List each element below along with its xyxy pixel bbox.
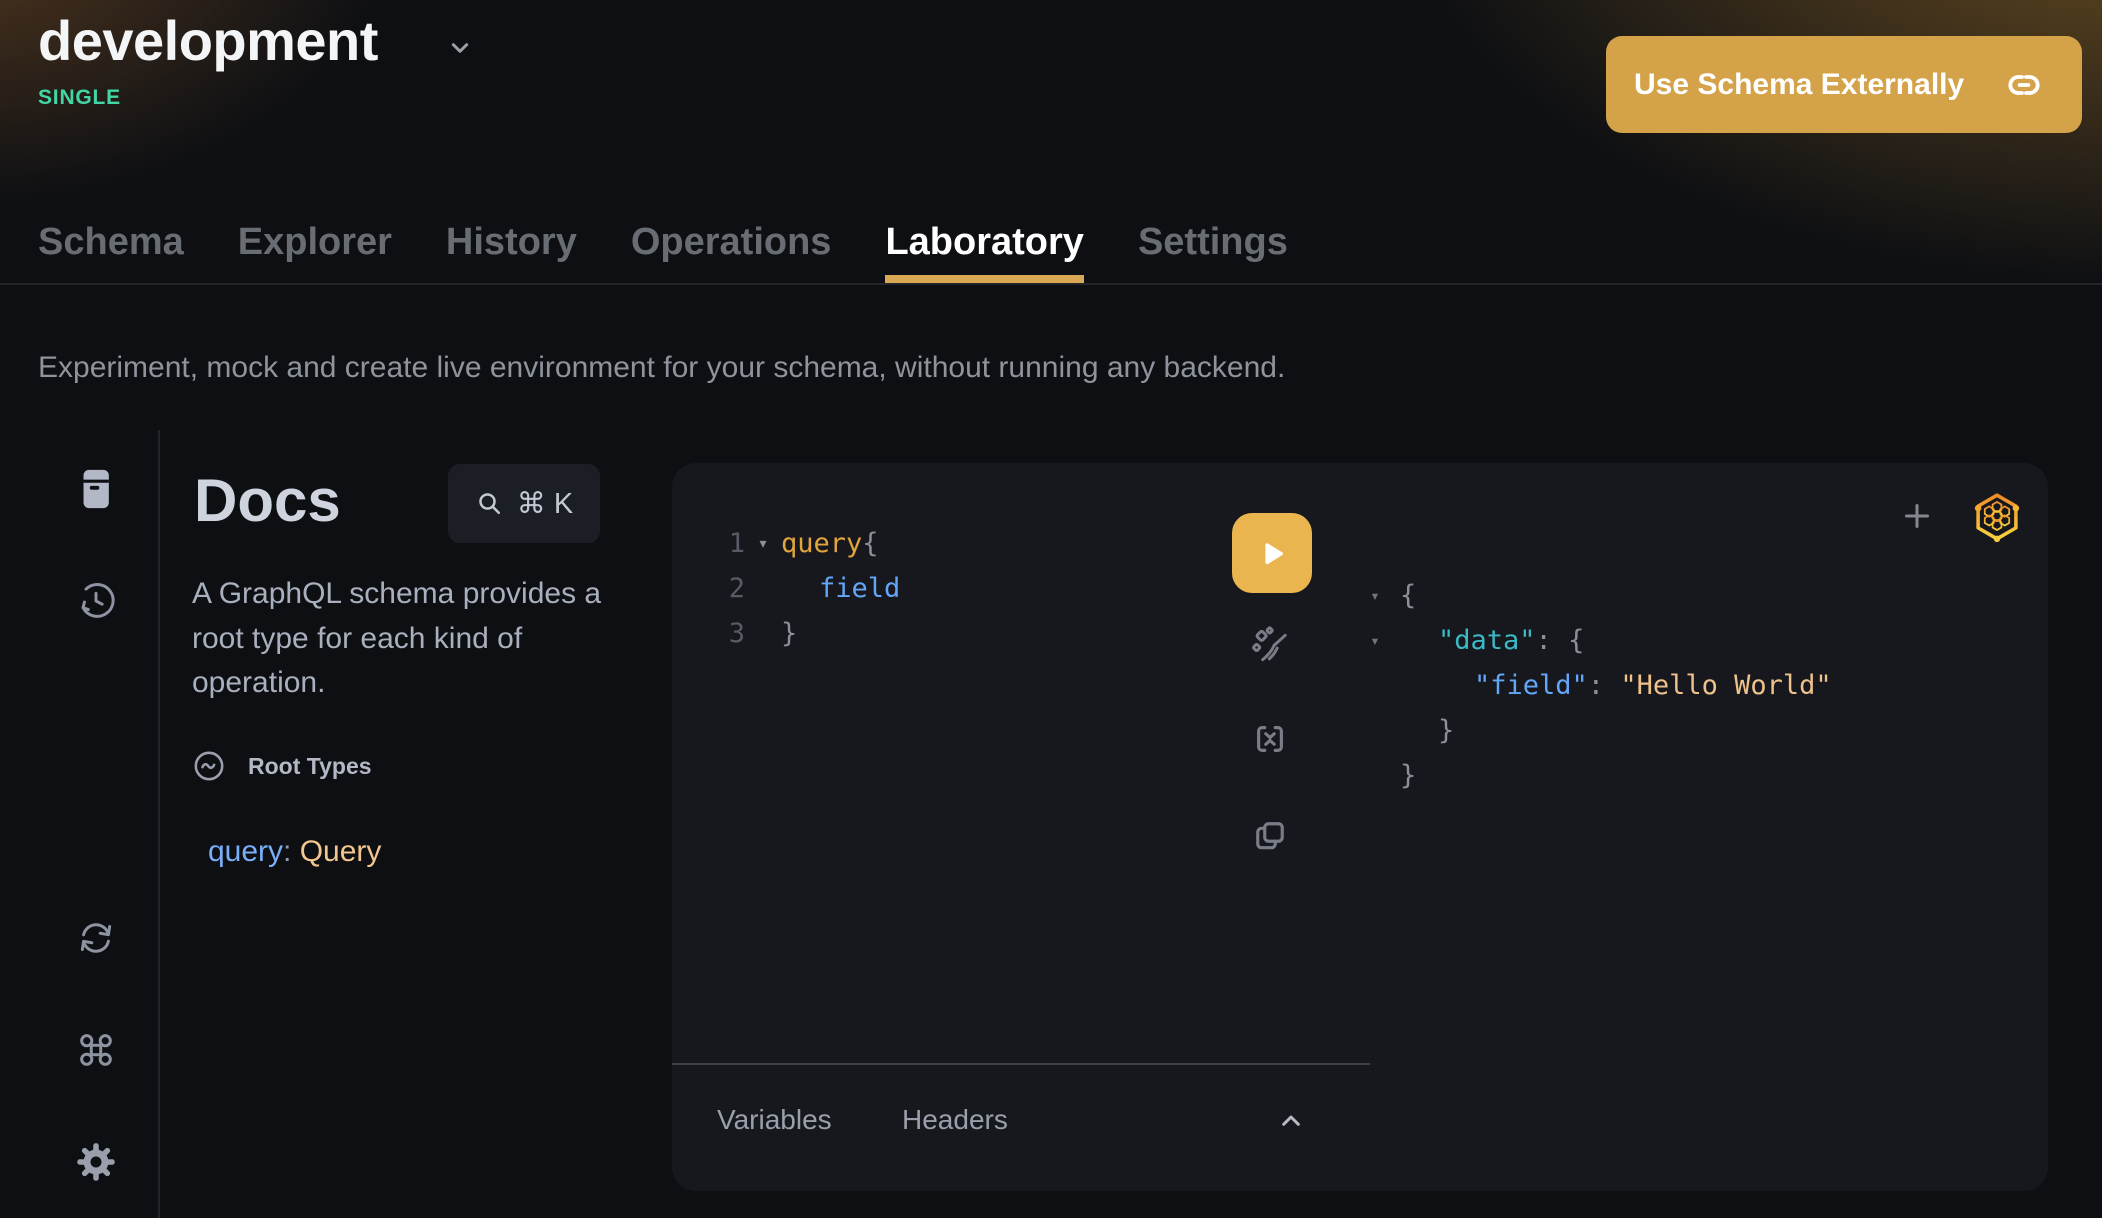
add-operation-tab-button[interactable] <box>1899 499 1935 535</box>
fold-toggle-icon[interactable]: ▾ <box>1362 586 1388 605</box>
docs-intro-text: A GraphQL schema provides a root type fo… <box>192 572 637 706</box>
collapse-editor-tools-button[interactable] <box>1273 1104 1309 1140</box>
play-icon <box>1255 536 1289 570</box>
fold-toggle-icon[interactable]: ▾ <box>745 533 781 554</box>
query-editor[interactable]: 1 ▾ query{ 2 field 3 } <box>712 521 900 656</box>
refresh-icon <box>75 917 117 962</box>
sidebar-settings-button[interactable] <box>74 1141 118 1185</box>
sidebar-docs-button[interactable] <box>74 468 118 512</box>
root-type-query-link[interactable]: query: Query <box>208 835 381 869</box>
line-number: 1 <box>712 528 745 559</box>
root-types-icon <box>192 749 226 783</box>
variables-tab[interactable]: Variables <box>717 1104 832 1136</box>
history-icon <box>75 580 117 625</box>
line-number: 2 <box>712 573 745 604</box>
line-number: 3 <box>712 618 745 649</box>
active-tab-underline <box>885 275 1083 283</box>
tab-history[interactable]: History <box>446 202 577 283</box>
laboratory-page: development SINGLE Use Schema Externally… <box>0 0 2102 1218</box>
use-schema-externally-label: Use Schema Externally <box>1606 68 1964 102</box>
response-viewer: ▾ { ▾ "data": { "field": "Hello World" }… <box>1362 573 1832 798</box>
tab-settings[interactable]: Settings <box>1138 202 1288 283</box>
chevron-up-icon <box>1275 1105 1307 1140</box>
editor-tools-divider <box>672 1063 1370 1065</box>
sidebar-history-button[interactable] <box>74 580 118 624</box>
response-line: } <box>1362 753 1832 798</box>
merge-fragments-button[interactable] <box>1249 719 1291 761</box>
gear-icon <box>74 1140 118 1187</box>
search-shortcut-label: ⌘ K <box>517 486 573 521</box>
page-description: Experiment, mock and create live environ… <box>38 351 1285 385</box>
tab-schema[interactable]: Schema <box>38 202 184 283</box>
tab-operations[interactable]: Operations <box>631 202 832 283</box>
copy-query-button[interactable] <box>1249 816 1291 858</box>
editor-line: 3 } <box>712 611 900 656</box>
response-line: "field": "Hello World" <box>1362 663 1832 708</box>
fold-toggle-icon[interactable]: ▾ <box>1362 631 1388 650</box>
docs-panel-title: Docs <box>194 466 341 535</box>
sidebar-divider <box>158 430 160 1218</box>
tab-explorer[interactable]: Explorer <box>238 202 392 283</box>
command-icon <box>75 1029 117 1074</box>
editor-line: 1 ▾ query{ <box>712 521 900 566</box>
hive-logo-icon[interactable] <box>1969 489 2025 545</box>
run-query-button[interactable] <box>1232 513 1312 593</box>
response-line: ▾ "data": { <box>1362 618 1832 663</box>
single-badge: SINGLE <box>38 86 121 110</box>
editor-line: 2 field <box>712 566 900 611</box>
use-schema-externally-button[interactable]: Use Schema Externally <box>1606 36 2082 133</box>
merge-icon <box>1249 718 1291 763</box>
copy-icon <box>1249 815 1291 860</box>
root-types-section-header: Root Types <box>192 749 372 783</box>
response-line: } <box>1362 708 1832 753</box>
sidebar-refresh-button[interactable] <box>74 917 118 961</box>
root-types-label: Root Types <box>248 753 372 780</box>
plus-icon <box>1899 498 1935 537</box>
docs-search-button[interactable]: ⌘ K <box>448 464 600 543</box>
prettify-wand-icon <box>1249 625 1291 670</box>
tab-bar: Schema Explorer History Operations Labor… <box>0 202 2102 285</box>
sidebar-command-palette-button[interactable] <box>74 1029 118 1073</box>
tab-laboratory[interactable]: Laboratory <box>885 202 1083 283</box>
response-line: ▾ { <box>1362 573 1832 618</box>
project-switcher-chevron-icon[interactable] <box>444 32 476 69</box>
project-title: development <box>38 8 378 73</box>
headers-tab[interactable]: Headers <box>902 1104 1008 1136</box>
link-icon <box>1976 65 2044 105</box>
prettify-query-button[interactable] <box>1249 626 1291 668</box>
search-icon <box>475 489 505 519</box>
laboratory-editor-panel: 1 ▾ query{ 2 field 3 } <box>672 463 2048 1191</box>
book-icon <box>74 467 118 514</box>
